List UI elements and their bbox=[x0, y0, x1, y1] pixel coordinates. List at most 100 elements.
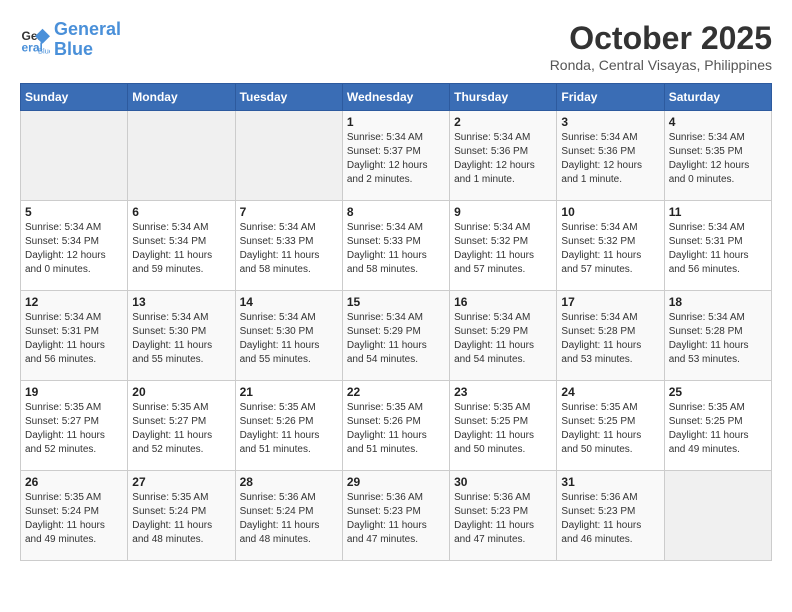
calendar-cell: 21 Sunrise: 5:35 AM Sunset: 5:26 PM Dayli… bbox=[235, 381, 342, 471]
calendar-cell: 31 Sunrise: 5:36 AM Sunset: 5:23 PM Dayli… bbox=[557, 471, 664, 561]
day-info: Sunrise: 5:36 AM Sunset: 5:23 PM Dayligh… bbox=[347, 491, 445, 547]
day-info: Sunrise: 5:36 AM Sunset: 5:23 PM Dayligh… bbox=[561, 491, 659, 547]
day-info: Sunrise: 5:34 AM Sunset: 5:28 PM Dayligh… bbox=[561, 311, 659, 367]
day-info: Sunrise: 5:35 AM Sunset: 5:26 PM Dayligh… bbox=[347, 401, 445, 457]
day-number: 15 bbox=[347, 295, 445, 309]
weekday-header-friday: Friday bbox=[557, 84, 664, 111]
calendar-cell: 17 Sunrise: 5:34 AM Sunset: 5:28 PM Dayli… bbox=[557, 291, 664, 381]
calendar-cell: 22 Sunrise: 5:35 AM Sunset: 5:26 PM Dayli… bbox=[342, 381, 449, 471]
calendar-cell: 26 Sunrise: 5:35 AM Sunset: 5:24 PM Dayli… bbox=[21, 471, 128, 561]
day-number: 11 bbox=[669, 205, 767, 219]
day-info: Sunrise: 5:34 AM Sunset: 5:30 PM Dayligh… bbox=[240, 311, 338, 367]
day-number: 12 bbox=[25, 295, 123, 309]
day-number: 26 bbox=[25, 475, 123, 489]
weekday-header-sunday: Sunday bbox=[21, 84, 128, 111]
day-info: Sunrise: 5:34 AM Sunset: 5:32 PM Dayligh… bbox=[561, 221, 659, 277]
day-number: 29 bbox=[347, 475, 445, 489]
calendar-cell: 15 Sunrise: 5:34 AM Sunset: 5:29 PM Dayli… bbox=[342, 291, 449, 381]
day-info: Sunrise: 5:35 AM Sunset: 5:27 PM Dayligh… bbox=[132, 401, 230, 457]
calendar-cell: 10 Sunrise: 5:34 AM Sunset: 5:32 PM Dayli… bbox=[557, 201, 664, 291]
calendar-week-2: 5 Sunrise: 5:34 AM Sunset: 5:34 PM Daylig… bbox=[21, 201, 772, 291]
day-number: 9 bbox=[454, 205, 552, 219]
day-number: 6 bbox=[132, 205, 230, 219]
day-number: 28 bbox=[240, 475, 338, 489]
day-number: 4 bbox=[669, 115, 767, 129]
page-title: October 2025 bbox=[550, 20, 772, 57]
day-info: Sunrise: 5:34 AM Sunset: 5:34 PM Dayligh… bbox=[132, 221, 230, 277]
calendar-week-1: 1 Sunrise: 5:34 AM Sunset: 5:37 PM Daylig… bbox=[21, 111, 772, 201]
day-info: Sunrise: 5:34 AM Sunset: 5:29 PM Dayligh… bbox=[454, 311, 552, 367]
day-info: Sunrise: 5:35 AM Sunset: 5:25 PM Dayligh… bbox=[454, 401, 552, 457]
day-info: Sunrise: 5:34 AM Sunset: 5:32 PM Dayligh… bbox=[454, 221, 552, 277]
day-info: Sunrise: 5:34 AM Sunset: 5:29 PM Dayligh… bbox=[347, 311, 445, 367]
day-number: 1 bbox=[347, 115, 445, 129]
calendar-cell: 7Sunrise: 5:34 AM Sunset: 5:33 PM Daylig… bbox=[235, 201, 342, 291]
day-info: Sunrise: 5:36 AM Sunset: 5:24 PM Dayligh… bbox=[240, 491, 338, 547]
weekday-header-wednesday: Wednesday bbox=[342, 84, 449, 111]
day-info: Sunrise: 5:34 AM Sunset: 5:37 PM Dayligh… bbox=[347, 131, 445, 187]
day-number: 2 bbox=[454, 115, 552, 129]
calendar-cell: 3Sunrise: 5:34 AM Sunset: 5:36 PM Daylig… bbox=[557, 111, 664, 201]
day-number: 14 bbox=[240, 295, 338, 309]
day-number: 24 bbox=[561, 385, 659, 399]
day-info: Sunrise: 5:34 AM Sunset: 5:33 PM Dayligh… bbox=[347, 221, 445, 277]
day-number: 16 bbox=[454, 295, 552, 309]
weekday-header-saturday: Saturday bbox=[664, 84, 771, 111]
day-number: 23 bbox=[454, 385, 552, 399]
title-block: October 2025 Ronda, Central Visayas, Phi… bbox=[550, 20, 772, 73]
day-number: 30 bbox=[454, 475, 552, 489]
calendar-cell: 4 Sunrise: 5:34 AM Sunset: 5:35 PM Daylig… bbox=[664, 111, 771, 201]
day-info: Sunrise: 5:34 AM Sunset: 5:31 PM Dayligh… bbox=[669, 221, 767, 277]
calendar-cell: 1 Sunrise: 5:34 AM Sunset: 5:37 PM Daylig… bbox=[342, 111, 449, 201]
day-info: Sunrise: 5:35 AM Sunset: 5:24 PM Dayligh… bbox=[25, 491, 123, 547]
day-number: 8 bbox=[347, 205, 445, 219]
page-subtitle: Ronda, Central Visayas, Philippines bbox=[550, 57, 772, 73]
day-number: 31 bbox=[561, 475, 659, 489]
calendar-cell: 13Sunrise: 5:34 AM Sunset: 5:30 PM Dayli… bbox=[128, 291, 235, 381]
calendar-cell: 14 Sunrise: 5:34 AM Sunset: 5:30 PM Dayli… bbox=[235, 291, 342, 381]
calendar-table: SundayMondayTuesdayWednesdayThursdayFrid… bbox=[20, 83, 772, 561]
calendar-cell bbox=[21, 111, 128, 201]
calendar-cell bbox=[128, 111, 235, 201]
weekday-header-tuesday: Tuesday bbox=[235, 84, 342, 111]
day-info: Sunrise: 5:35 AM Sunset: 5:25 PM Dayligh… bbox=[561, 401, 659, 457]
calendar-cell: 24 Sunrise: 5:35 AM Sunset: 5:25 PM Dayli… bbox=[557, 381, 664, 471]
calendar-cell: 5 Sunrise: 5:34 AM Sunset: 5:34 PM Daylig… bbox=[21, 201, 128, 291]
calendar-week-4: 19Sunrise: 5:35 AM Sunset: 5:27 PM Dayli… bbox=[21, 381, 772, 471]
calendar-cell: 28 Sunrise: 5:36 AM Sunset: 5:24 PM Dayli… bbox=[235, 471, 342, 561]
calendar-cell: 23 Sunrise: 5:35 AM Sunset: 5:25 PM Dayli… bbox=[450, 381, 557, 471]
weekday-header-thursday: Thursday bbox=[450, 84, 557, 111]
day-number: 10 bbox=[561, 205, 659, 219]
calendar-cell: 30 Sunrise: 5:36 AM Sunset: 5:23 PM Dayli… bbox=[450, 471, 557, 561]
calendar-week-5: 26 Sunrise: 5:35 AM Sunset: 5:24 PM Dayli… bbox=[21, 471, 772, 561]
day-number: 21 bbox=[240, 385, 338, 399]
day-number: 25 bbox=[669, 385, 767, 399]
calendar-cell: 8 Sunrise: 5:34 AM Sunset: 5:33 PM Daylig… bbox=[342, 201, 449, 291]
day-info: Sunrise: 5:35 AM Sunset: 5:25 PM Dayligh… bbox=[669, 401, 767, 457]
day-info: Sunrise: 5:34 AM Sunset: 5:28 PM Dayligh… bbox=[669, 311, 767, 367]
calendar-cell: 2Sunrise: 5:34 AM Sunset: 5:36 PM Daylig… bbox=[450, 111, 557, 201]
day-number: 5 bbox=[25, 205, 123, 219]
day-info: Sunrise: 5:35 AM Sunset: 5:26 PM Dayligh… bbox=[240, 401, 338, 457]
calendar-cell: 9 Sunrise: 5:34 AM Sunset: 5:32 PM Daylig… bbox=[450, 201, 557, 291]
calendar-cell: 25 Sunrise: 5:35 AM Sunset: 5:25 PM Dayli… bbox=[664, 381, 771, 471]
day-info: Sunrise: 5:34 AM Sunset: 5:35 PM Dayligh… bbox=[669, 131, 767, 187]
day-number: 22 bbox=[347, 385, 445, 399]
logo-text: GeneralBlue bbox=[54, 20, 121, 60]
day-info: Sunrise: 5:36 AM Sunset: 5:23 PM Dayligh… bbox=[454, 491, 552, 547]
day-info: Sunrise: 5:34 AM Sunset: 5:34 PM Dayligh… bbox=[25, 221, 123, 277]
day-number: 3 bbox=[561, 115, 659, 129]
calendar-cell bbox=[664, 471, 771, 561]
calendar-cell: 11 Sunrise: 5:34 AM Sunset: 5:31 PM Dayli… bbox=[664, 201, 771, 291]
calendar-cell: 12Sunrise: 5:34 AM Sunset: 5:31 PM Dayli… bbox=[21, 291, 128, 381]
calendar-cell: 18 Sunrise: 5:34 AM Sunset: 5:28 PM Dayli… bbox=[664, 291, 771, 381]
day-info: Sunrise: 5:35 AM Sunset: 5:27 PM Dayligh… bbox=[25, 401, 123, 457]
calendar-cell: 27Sunrise: 5:35 AM Sunset: 5:24 PM Dayli… bbox=[128, 471, 235, 561]
calendar-cell: 29 Sunrise: 5:36 AM Sunset: 5:23 PM Dayli… bbox=[342, 471, 449, 561]
day-number: 17 bbox=[561, 295, 659, 309]
calendar-cell bbox=[235, 111, 342, 201]
logo: Gen eral Blue GeneralBlue bbox=[20, 20, 121, 60]
day-number: 18 bbox=[669, 295, 767, 309]
page-header: Gen eral Blue GeneralBlue October 2025 R… bbox=[20, 20, 772, 73]
day-number: 27 bbox=[132, 475, 230, 489]
